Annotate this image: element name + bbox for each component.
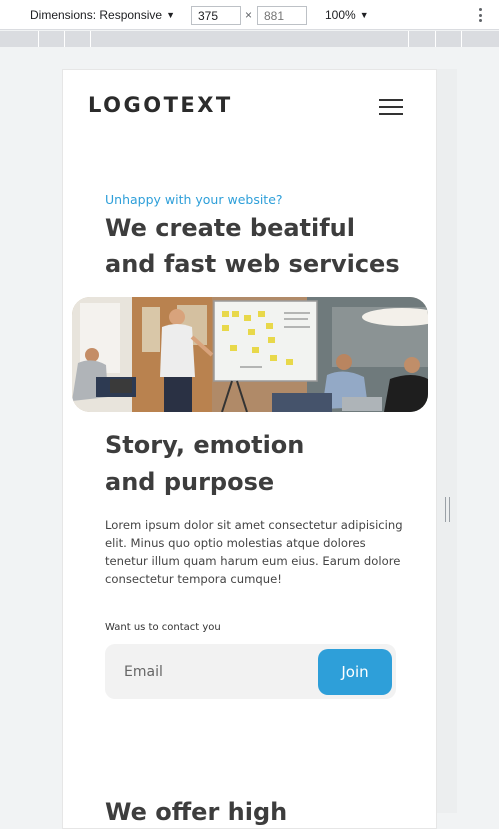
dimensions-label: Dimensions: Responsive (30, 8, 163, 22)
ruler-segment[interactable] (64, 31, 65, 47)
contact-label: Want us to contact you (105, 622, 221, 633)
caret-down-icon: ▼ (359, 10, 369, 20)
dimension-separator: × (245, 8, 253, 22)
hamburger-menu-icon[interactable] (379, 99, 403, 115)
offer-title: We offer high (105, 798, 288, 826)
hero-eyebrow: Unhappy with your website? (105, 192, 283, 207)
viewport-side-strip (437, 69, 457, 813)
ruler-segment[interactable] (38, 31, 39, 47)
hero-team-photo (72, 297, 428, 412)
ruler-segment[interactable] (408, 31, 409, 47)
emulated-page: LOGOTEXT Unhappy with your website? We c… (62, 69, 437, 829)
devtools-device-toolbar: Dimensions: Responsive ▼ × 100% ▼ (0, 0, 499, 30)
story-title-line: and purpose (105, 468, 275, 496)
hero-title-line: We create beatiful (105, 214, 355, 242)
join-button[interactable]: Join (318, 649, 392, 695)
email-input[interactable] (105, 644, 305, 699)
story-title: Story, emotion and purpose (105, 427, 304, 501)
caret-down-icon: ▼ (166, 10, 175, 20)
viewport-resize-handle[interactable] (445, 497, 450, 522)
ruler-segment[interactable] (90, 31, 91, 47)
ruler-segment[interactable] (461, 31, 462, 47)
viewport-width-input[interactable] (191, 6, 241, 25)
viewport-height-input[interactable] (257, 6, 307, 25)
story-title-line: Story, emotion (105, 431, 305, 459)
dimensions-dropdown[interactable]: Dimensions: Responsive ▼ (30, 8, 175, 22)
ruler-segment[interactable] (435, 31, 436, 47)
more-vertical-icon[interactable] (476, 6, 484, 24)
email-signup-form: Join (105, 644, 396, 699)
story-paragraph: Lorem ipsum dolor sit amet consectetur a… (105, 518, 403, 586)
zoom-label: 100% (325, 8, 356, 22)
hero-title-line: and fast web services (105, 250, 400, 278)
media-query-ruler[interactable] (0, 31, 499, 47)
site-logo[interactable]: LOGOTEXT (88, 93, 233, 117)
hero-title: We create beatiful and fast web services (105, 210, 405, 282)
zoom-dropdown[interactable]: 100% ▼ (325, 8, 369, 22)
